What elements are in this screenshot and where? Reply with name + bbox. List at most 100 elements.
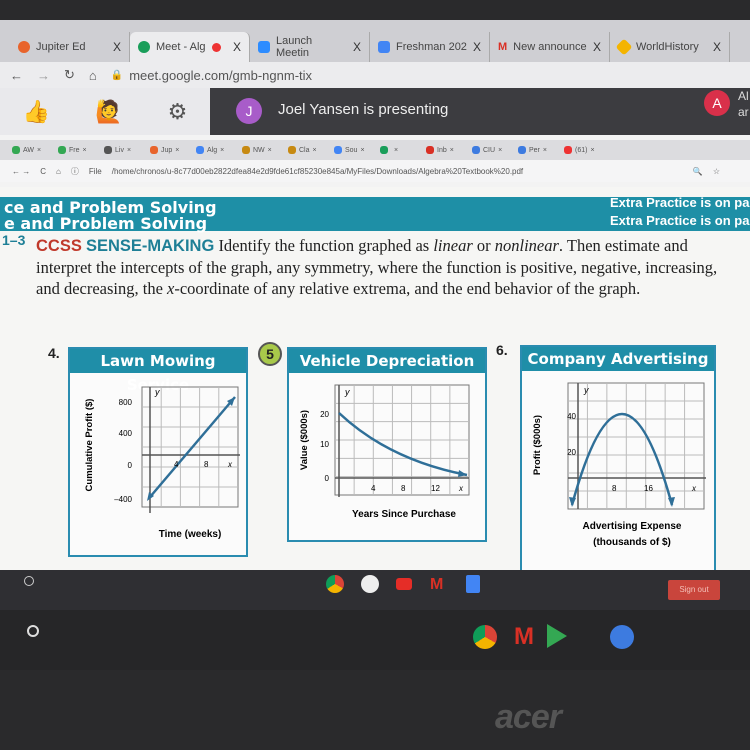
lock-icon: 🔒 — [110, 69, 124, 81]
gear-icon[interactable]: ⚙ — [168, 99, 188, 125]
close-tab-icon[interactable]: X — [113, 40, 121, 54]
gmail-icon: M — [498, 41, 508, 53]
chrome-icon — [326, 575, 344, 593]
tab-label: Sou — [345, 146, 358, 154]
y-tick: 800 — [119, 398, 133, 407]
user-name-line: ar — [738, 105, 749, 119]
x-tick: 4 — [174, 460, 179, 469]
sign-out-button[interactable]: Sign out — [668, 580, 720, 600]
back-icon[interactable]: ← — [10, 68, 23, 83]
x-tick: 4 — [371, 484, 376, 493]
browser-tab-strip: Jupiter Ed X Meet - Alg X Launch Meetin X F… — [0, 20, 750, 62]
tab-label: Cla — [299, 146, 310, 154]
tab-label: Meet - Alg — [156, 41, 206, 53]
user-name-line: Al — [738, 89, 749, 103]
grid-border — [567, 382, 705, 510]
extra-practice-note: Extra Practice is on pa — [610, 195, 750, 210]
presenter-avatar: J — [236, 98, 262, 124]
jupiter-icon — [18, 41, 30, 53]
play-store-icon[interactable] — [547, 624, 567, 648]
y-axis-label: Cumulative Profit ($) — [84, 399, 95, 492]
y-axis-letter: y — [583, 385, 589, 395]
close-tab-icon[interactable]: X — [713, 40, 721, 54]
x-tick: 8 — [204, 460, 209, 469]
sense-making-label: SENSE-MAKING — [85, 237, 215, 255]
instr-text: -coordinate of any relative extrema, and… — [174, 279, 641, 298]
close-tab-icon: × — [126, 146, 132, 154]
thumbs-up-icon[interactable]: 👍 — [23, 99, 50, 125]
reload-icon: C — [40, 166, 47, 176]
instr-nonlinear: nonlinear — [494, 236, 559, 255]
tab-label: Liv — [115, 146, 124, 154]
y-axis-letter: y — [154, 387, 160, 397]
instr-text: Identify the function graphed as — [214, 236, 434, 255]
raise-hand-icon[interactable]: 🙋 — [95, 99, 122, 125]
tab-favicon-icon — [564, 146, 572, 154]
y-tick: 0 — [325, 474, 330, 483]
tab-freshman[interactable]: Freshman 202 X — [370, 32, 490, 62]
x-tick: x — [691, 484, 697, 493]
shared-tab: NW × — [242, 146, 288, 154]
shared-tab: Fre × — [58, 146, 104, 154]
tab-launch-meeting[interactable]: Launch Meetin X — [250, 32, 370, 62]
x-tick: 8 — [401, 484, 406, 493]
tab-worldhistory[interactable]: WorldHistory X — [610, 32, 730, 62]
shared-screen: AW × Fre × Liv × Jup × Alg × NW × Cla × Sou × × Inb × CIU × P… — [0, 135, 750, 575]
tab-label: NW — [253, 146, 265, 154]
graph-vehicle-depreciation: y 20 10 0 4 8 12 x Value ($000s) Years S… — [299, 384, 470, 520]
reload-icon[interactable]: ↻ — [64, 67, 75, 83]
close-tab-icon[interactable]: X — [593, 40, 601, 54]
y-tick: 400 — [119, 429, 133, 438]
problem-4-panel: Lawn Mowing Service y 800 400 0 –400 4 8… — [68, 347, 248, 557]
user-avatar[interactable]: A — [704, 90, 730, 116]
tab-favicon-icon — [196, 146, 204, 154]
zoom-star-icons: 🔍☆ — [692, 166, 730, 176]
exponential-decay-curve — [338, 412, 468, 477]
grid — [567, 382, 705, 510]
tab-meet[interactable]: Meet - Alg X — [130, 32, 250, 62]
tab-favicon-icon — [242, 146, 250, 154]
shared-tab-strip: AW × Fre × Liv × Jup × Alg × NW × Cla × Sou × × Inb × CIU × P… — [0, 140, 750, 160]
files-icon[interactable] — [610, 625, 634, 649]
y-tick: –400 — [114, 495, 132, 504]
y-axis-label: Value ($000s) — [299, 410, 310, 470]
tab-favicon-icon — [518, 146, 526, 154]
extra-practice-note: Extra Practice is on pa — [610, 213, 750, 228]
close-tab-icon: × — [267, 146, 272, 154]
tab-favicon-icon — [150, 146, 158, 154]
problem-5-panel: Vehicle Depreciation y 20 10 0 4 8 12 x … — [287, 347, 487, 542]
ccss-badge: CCSS — [36, 237, 82, 255]
home-icon: ⌂ — [56, 166, 61, 176]
url-input[interactable]: meet.google.com/gmb-ngnm-tix — [129, 68, 312, 83]
x-tick: 8 — [612, 484, 617, 493]
exercise-range: 1–3 — [2, 232, 26, 248]
chromeos-shelf: M — [0, 610, 750, 670]
chrome-icon[interactable] — [473, 625, 497, 649]
tab-label: (61) — [575, 146, 588, 154]
tab-label: Alg — [207, 146, 218, 154]
graph-company-advertising: y 40 20 8 16 x Profit ($000s) Advertisin… — [532, 382, 706, 548]
x-axis-label: (thousands of $) — [593, 537, 671, 548]
tab-gmail[interactable]: M New announce X — [490, 32, 610, 62]
presenting-text: Joel Yansen is presenting — [278, 101, 449, 118]
shared-tab: Jup × — [150, 146, 196, 154]
gmail-icon[interactable]: M — [514, 623, 534, 651]
instr-text: or — [472, 236, 495, 255]
back-icon: ← → — [12, 166, 31, 176]
tab-label: Per — [529, 146, 540, 154]
tab-favicon-icon — [288, 146, 296, 154]
problem-number: 6. — [496, 342, 508, 358]
launcher-icon[interactable] — [27, 625, 39, 637]
shared-tab: CIU × — [472, 146, 518, 154]
tab-label: Fre — [69, 146, 80, 154]
tab-label: Freshman 202 — [396, 41, 467, 53]
gmail-icon: M — [430, 576, 444, 593]
tab-jupiter-ed[interactable]: Jupiter Ed X — [10, 32, 130, 62]
user-name: Al ar — [738, 88, 749, 120]
forward-icon[interactable]: → — [37, 68, 50, 83]
close-tab-icon[interactable]: X — [473, 40, 481, 54]
x-tick: x — [227, 460, 233, 469]
close-tab-icon[interactable]: X — [233, 40, 241, 54]
home-icon[interactable]: ⌂ — [89, 68, 97, 83]
close-tab-icon[interactable]: X — [353, 40, 361, 54]
